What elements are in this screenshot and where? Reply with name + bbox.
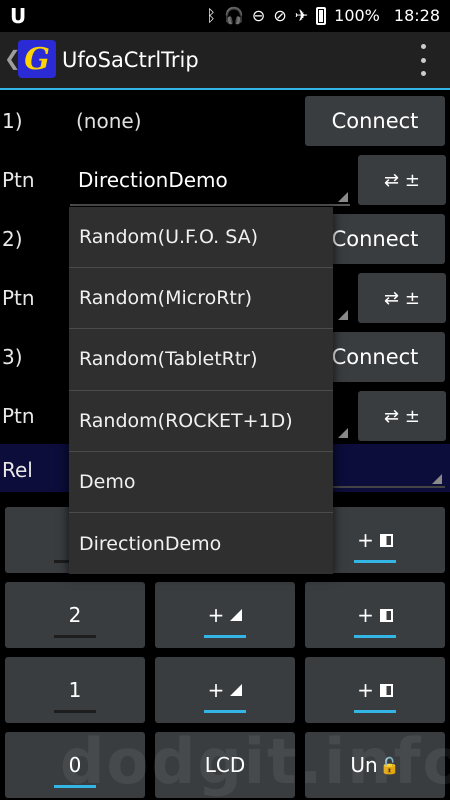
grid-r3-c1-label: 1 (68, 678, 82, 702)
ramp-icon (230, 609, 243, 621)
app-title: UfoSaCtrlTrip (62, 48, 199, 72)
unlock-label: Un (350, 753, 378, 777)
grid-r2-c1-button[interactable]: 2 (5, 582, 145, 648)
plus-label: + (207, 603, 225, 627)
row1-connect-button[interactable]: Connect (305, 96, 445, 146)
headset-icon: 🎧 (224, 6, 244, 25)
row2-swap-button[interactable]: ⇄ ± (358, 273, 446, 323)
ramp-icon (230, 684, 243, 696)
grid-r2-c2-button[interactable]: + (155, 582, 295, 648)
half-fill-icon (379, 533, 393, 547)
row2-index: 2) (2, 227, 23, 251)
half-fill-icon (379, 608, 393, 622)
bluetooth-icon: ᛒ (206, 6, 216, 25)
do-not-disturb-icon: ⊖ (251, 6, 266, 25)
plus-label: + (357, 603, 374, 627)
row3-ptn-label: Ptn (2, 404, 35, 428)
lcd-label: LCD (204, 753, 246, 777)
row1-ptn-spinner-value[interactable]: DirectionDemo (78, 168, 228, 192)
dropdown-item[interactable]: DirectionDemo (69, 513, 333, 574)
row1-index: 1) (2, 109, 23, 133)
row1-ptn-label: Ptn (2, 168, 35, 192)
battery-percent: 100% (334, 6, 380, 25)
overflow-menu-icon[interactable] (418, 44, 428, 76)
grid-r3-c1-button[interactable]: 1 (5, 657, 145, 723)
rel-underline (330, 486, 445, 488)
lcd-button[interactable]: LCD (155, 732, 295, 798)
row2-ptn-dropdown-icon[interactable] (338, 310, 348, 320)
plus-label: + (357, 678, 374, 702)
app-logo[interactable]: G (18, 40, 56, 78)
grid-r4-c1-label: 0 (68, 753, 82, 777)
status-bar: U ᛒ 🎧 ⊖ ⊘ ✈ 100% 18:28 (0, 0, 450, 32)
grid-r2-c3-button[interactable]: + (305, 582, 445, 648)
row3-swap-button[interactable]: ⇄ ± (358, 391, 446, 441)
unlock-icon: 🔓 (379, 755, 400, 775)
grid-r4-c1-button[interactable]: 0 (5, 732, 145, 798)
app-logo-letter: G (24, 41, 50, 77)
action-bar: ❮ G UfoSaCtrlTrip (0, 32, 450, 90)
plus-label: + (207, 678, 225, 702)
battery-icon (316, 6, 327, 25)
row1-ptn-underline (70, 204, 350, 206)
row1-swap-button[interactable]: ⇄ ± (358, 155, 446, 205)
row1-device: (none) (76, 109, 142, 133)
rel-label: Rel (2, 458, 33, 482)
grid-r3-c2-button[interactable]: + (155, 657, 295, 723)
status-icons: ᛒ 🎧 ⊖ ⊘ ✈ 100% 18:28 (206, 6, 440, 25)
ptn-dropdown-list: Random(U.F.O. SA) Random(MicroRtr) Rando… (69, 207, 333, 574)
dropdown-item[interactable]: Demo (69, 452, 333, 513)
row3-ptn-dropdown-icon[interactable] (338, 428, 348, 438)
status-app-icon: U (10, 4, 27, 28)
dropdown-item[interactable]: Random(U.F.O. SA) (69, 207, 333, 269)
half-fill-icon (379, 683, 393, 697)
row3-index: 3) (2, 345, 23, 369)
dropdown-item[interactable]: Random(MicroRtr) (69, 268, 333, 330)
grid-r2-c1-label: 2 (68, 603, 82, 627)
row2-ptn-label: Ptn (2, 286, 35, 310)
clock: 18:28 (393, 6, 440, 25)
plus-label: + (357, 528, 374, 552)
no-sim-icon: ⊘ (273, 6, 287, 25)
dropdown-item[interactable]: Random(ROCKET+1D) (69, 391, 333, 452)
grid-r3-c3-button[interactable]: + (305, 657, 445, 723)
row1-ptn-dropdown-icon[interactable] (338, 192, 348, 202)
airplane-icon: ✈ (294, 6, 309, 25)
unlock-button[interactable]: Un 🔓 (305, 732, 445, 798)
rel-dropdown-icon[interactable] (432, 474, 442, 484)
dropdown-item[interactable]: Random(TabletRtr) (69, 329, 333, 391)
